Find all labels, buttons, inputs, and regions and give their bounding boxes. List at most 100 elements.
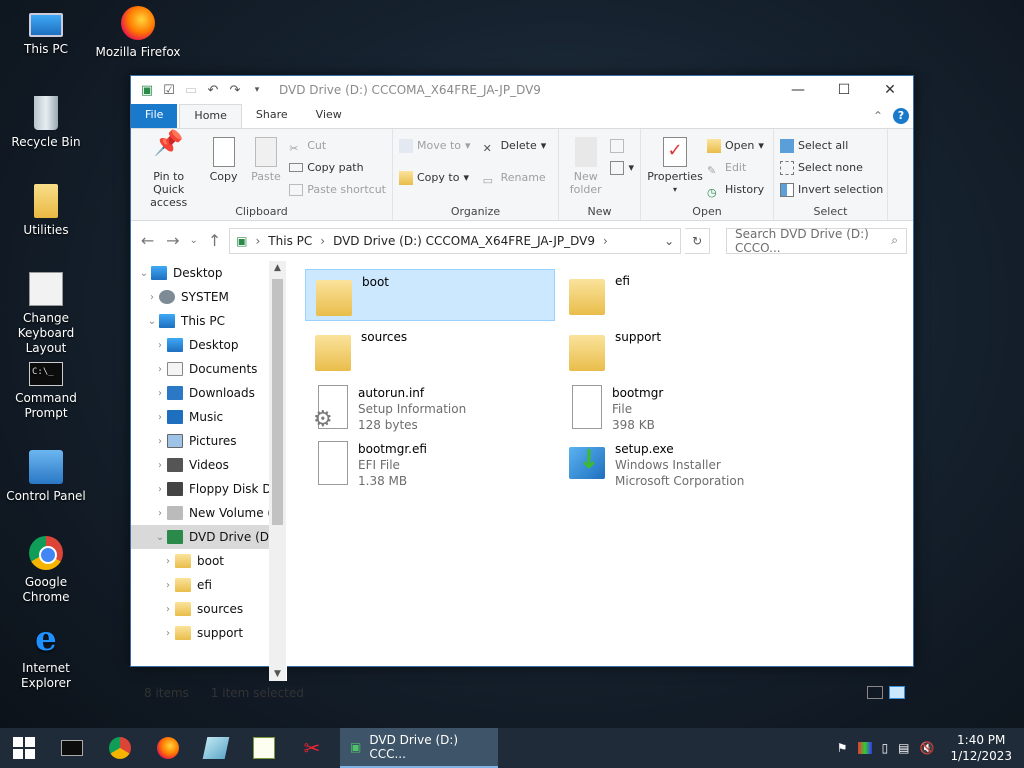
details-view-button[interactable] <box>867 686 883 699</box>
nav-item-support[interactable]: › support <box>131 621 286 645</box>
nav-item-system[interactable]: › SYSTEM <box>131 285 286 309</box>
expand-chevron-icon[interactable]: › <box>161 628 175 639</box>
paste-shortcut-button[interactable]: Paste shortcut <box>289 180 386 199</box>
redo-icon[interactable]: ↷ <box>227 83 243 98</box>
desktop-icon-internet-explorer[interactable]: e Internet Explorer <box>0 622 92 691</box>
collapse-ribbon-icon[interactable]: ⌃ <box>873 109 883 123</box>
expand-chevron-icon[interactable]: › <box>153 364 167 375</box>
new-folder-icon[interactable]: ▭ <box>183 83 199 98</box>
address-history-dropdown[interactable]: ⌄ <box>664 234 674 248</box>
expand-chevron-icon[interactable]: › <box>153 340 167 351</box>
taskbar-firefox[interactable] <box>144 728 192 768</box>
refresh-button[interactable]: ↻ <box>685 227 711 254</box>
up-button[interactable]: ↑ <box>204 231 225 250</box>
scrollbar-thumb[interactable] <box>272 279 283 525</box>
expand-chevron-icon[interactable]: › <box>153 436 167 447</box>
desktop-icon-control-panel[interactable]: Control Panel <box>0 450 92 504</box>
tiles-view-button[interactable] <box>889 686 905 699</box>
taskbar-explorer-window[interactable]: ▣ DVD Drive (D:) CCC... <box>340 728 498 768</box>
desktop-icon-recycle-bin[interactable]: Recycle Bin <box>0 96 92 150</box>
select-all-button[interactable]: Select all <box>780 136 883 155</box>
taskbar-chrome[interactable] <box>96 728 144 768</box>
file-item-setup-exe[interactable]: setup.exe Windows Installer Microsoft Corp… <box>559 437 809 489</box>
taskbar-snipping-tool[interactable]: ✂ <box>288 728 336 768</box>
desktop-icon-this-pc[interactable]: This PC <box>0 8 92 57</box>
tab-share[interactable]: Share <box>242 104 302 128</box>
expand-chevron-icon[interactable]: › <box>153 412 167 423</box>
easy-access-button[interactable]: ▾ <box>610 158 634 177</box>
desktop-icon-chrome[interactable]: Google Chrome <box>0 536 92 605</box>
expand-chevron-icon[interactable]: › <box>145 292 159 303</box>
copy-path-button[interactable]: Copy path <box>289 158 386 177</box>
taskbar-notepad[interactable] <box>240 728 288 768</box>
address-bar[interactable]: ▣ › This PC › DVD Drive (D:) CCCOMA_X64F… <box>229 227 682 254</box>
edit-button[interactable]: ✎ Edit <box>707 158 764 177</box>
expand-chevron-icon[interactable]: ⌄ <box>153 532 167 543</box>
file-item-efi[interactable]: efi <box>559 269 809 321</box>
nav-item-dvd-drive-d[interactable]: ⌄ DVD Drive (D:) <box>131 525 286 549</box>
title-bar[interactable]: ▣ ☑ ▭ ↶ ↷ ▾ DVD Drive (D:) CCCOMA_X64FRE… <box>131 76 913 104</box>
nav-item-this-pc[interactable]: ⌄ This PC <box>131 309 286 333</box>
scroll-up-arrow[interactable]: ▲ <box>269 263 286 273</box>
expand-chevron-icon[interactable]: ⌄ <box>145 316 159 327</box>
expand-chevron-icon[interactable]: › <box>153 460 167 471</box>
nav-item-efi[interactable]: › efi <box>131 573 286 597</box>
file-item-boot[interactable]: boot <box>305 269 555 321</box>
select-none-button[interactable]: Select none <box>780 158 883 177</box>
expand-chevron-icon[interactable]: › <box>161 556 175 567</box>
desktop-icon-command-prompt[interactable]: C:\_ Command Prompt <box>0 362 92 421</box>
tab-view[interactable]: View <box>302 104 356 128</box>
taskbar-command-prompt[interactable] <box>48 728 96 768</box>
new-item-button[interactable] <box>610 136 634 155</box>
file-item-bootmgr[interactable]: bootmgr File 398 KB <box>559 381 809 433</box>
undo-icon[interactable]: ↶ <box>205 83 221 98</box>
expand-chevron-icon[interactable]: › <box>161 604 175 615</box>
nav-item-music[interactable]: › Music <box>131 405 286 429</box>
minimize-button[interactable]: — <box>775 76 821 104</box>
tab-file[interactable]: File <box>131 104 178 128</box>
search-box[interactable]: Search DVD Drive (D:) CCCO... ⌕ <box>726 227 907 255</box>
expand-chevron-icon[interactable]: › <box>153 484 167 495</box>
usb-icon[interactable]: ▯ <box>882 741 889 755</box>
file-item-bootmgr-efi[interactable]: bootmgr.efi EFI File 1.38 MB <box>305 437 555 489</box>
nav-item-boot[interactable]: › boot <box>131 549 286 573</box>
close-button[interactable]: ✕ <box>867 76 913 104</box>
taskbar-glass-app[interactable] <box>192 728 240 768</box>
file-item-autorun-inf[interactable]: autorun.inf Setup Information 128 bytes <box>305 381 555 433</box>
nav-item-videos[interactable]: › Videos <box>131 453 286 477</box>
properties-icon[interactable]: ☑ <box>161 83 177 98</box>
nav-item-downloads[interactable]: › Downloads <box>131 381 286 405</box>
expand-chevron-icon[interactable]: ⌄ <box>137 268 151 279</box>
clock[interactable]: 1:40 PM 1/12/2023 <box>950 732 1012 764</box>
nav-item-documents[interactable]: › Documents <box>131 357 286 381</box>
nav-scrollbar[interactable]: ▲ ▼ <box>269 261 286 681</box>
cut-button[interactable]: ✂ Cut <box>289 136 386 155</box>
back-button[interactable]: ← <box>137 231 158 250</box>
nav-item-sources[interactable]: › sources <box>131 597 286 621</box>
nav-item-pictures[interactable]: › Pictures <box>131 429 286 453</box>
open-button[interactable]: Open ▾ <box>707 136 764 155</box>
breadcrumb-dvd-drive[interactable]: DVD Drive (D:) CCCOMA_X64FRE_JA-JP_DV9 <box>333 234 595 248</box>
maximize-button[interactable]: ☐ <box>821 76 867 104</box>
invert-selection-button[interactable]: Invert selection <box>780 180 883 199</box>
file-item-support[interactable]: support <box>559 325 809 377</box>
customize-toolbar-icon[interactable]: ▾ <box>249 85 265 95</box>
file-item-sources[interactable]: sources <box>305 325 555 377</box>
breadcrumb-this-pc[interactable]: This PC <box>268 234 312 248</box>
expand-chevron-icon[interactable]: › <box>153 388 167 399</box>
forward-button[interactable]: → <box>162 231 183 250</box>
volume-muted-icon[interactable]: 🔇 <box>920 741 935 755</box>
expand-chevron-icon[interactable]: › <box>153 508 167 519</box>
desktop-icon-firefox[interactable]: Mozilla Firefox <box>92 6 184 60</box>
recent-locations-button[interactable]: ⌄ <box>188 235 200 246</box>
delete-button[interactable]: ✕ Delete ▾ <box>483 136 547 155</box>
tab-home[interactable]: Home <box>179 104 242 128</box>
desktop-icon-change-keyboard-layout[interactable]: Change Keyboard Layout <box>0 272 92 356</box>
printer-icon[interactable]: ▤ <box>898 741 909 755</box>
history-button[interactable]: ◷ History <box>707 180 764 199</box>
network-icon[interactable]: ⚑ <box>837 741 848 755</box>
color-icon[interactable] <box>857 742 872 754</box>
expand-chevron-icon[interactable]: › <box>161 580 175 591</box>
nav-item-floppy-disk-dri[interactable]: › Floppy Disk Dri <box>131 477 286 501</box>
copy-to-button[interactable]: Copy to ▾ <box>399 168 471 187</box>
